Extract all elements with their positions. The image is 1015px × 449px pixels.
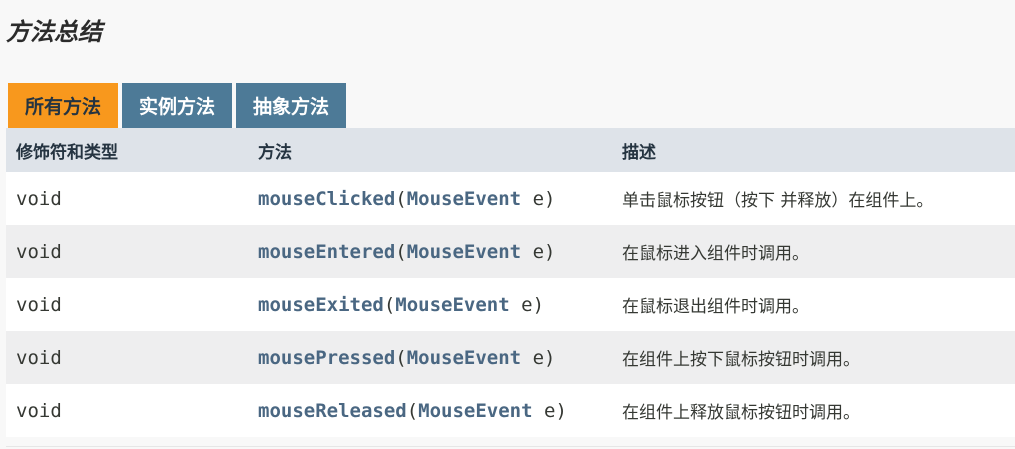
method-signature: mouseExited(MouseEvent e) xyxy=(252,294,616,316)
param-type-link[interactable]: MouseEvent xyxy=(418,400,532,422)
method-description: 在鼠标进入组件时调用。 xyxy=(622,244,809,264)
param-type-link[interactable]: MouseEvent xyxy=(407,188,521,210)
header-description: 描述 xyxy=(622,142,656,163)
method-tabs: 所有方法 实例方法 抽象方法 xyxy=(8,83,347,128)
paren-open: ( xyxy=(383,293,396,316)
method-summary-table: 修饰符和类型 方法 描述 void mouseClicked(MouseEven… xyxy=(6,128,1015,437)
method-link-mousereleased[interactable]: mouseReleased xyxy=(258,400,407,422)
table-header-row: 修饰符和类型 方法 描述 xyxy=(6,128,1015,172)
table-row: void mouseExited(MouseEvent e) 在鼠标退出组件时调… xyxy=(6,278,1015,331)
header-modifier-type: 修饰符和类型 xyxy=(16,142,118,163)
modifier-type: void xyxy=(16,240,62,263)
param-type-link[interactable]: MouseEvent xyxy=(407,241,521,263)
method-link-mouseexited[interactable]: mouseExited xyxy=(258,294,384,316)
method-signature: mouseClicked(MouseEvent e) xyxy=(252,188,616,210)
param-name: e) xyxy=(532,399,567,422)
param-name: e) xyxy=(509,293,545,316)
method-link-mouseclicked[interactable]: mouseClicked xyxy=(258,188,395,210)
param-type-link[interactable]: MouseEvent xyxy=(407,347,521,369)
table-row: void mouseClicked(MouseEvent e) 单击鼠标按钮（按… xyxy=(6,172,1015,225)
table-row: void mouseReleased(MouseEvent e) 在组件上释放鼠… xyxy=(6,384,1015,437)
method-description: 在组件上按下鼠标按钮时调用。 xyxy=(622,350,860,370)
paren-open: ( xyxy=(406,399,419,422)
modifier-type: void xyxy=(16,187,62,210)
tab-all-methods[interactable]: 所有方法 xyxy=(8,83,119,128)
modifier-type: void xyxy=(16,293,62,316)
method-description: 在鼠标退出组件时调用。 xyxy=(622,297,809,317)
param-type-link[interactable]: MouseEvent xyxy=(395,294,509,316)
method-signature: mousePressed(MouseEvent e) xyxy=(252,347,616,369)
param-name: e) xyxy=(521,346,556,369)
param-name: e) xyxy=(521,240,556,263)
tab-instance-methods[interactable]: 实例方法 xyxy=(122,83,233,128)
paren-open: ( xyxy=(395,240,407,263)
method-signature: mouseReleased(MouseEvent e) xyxy=(252,400,616,422)
header-method: 方法 xyxy=(258,142,292,163)
method-signature: mouseEntered(MouseEvent e) xyxy=(252,241,616,263)
method-link-mousepressed[interactable]: mousePressed xyxy=(258,347,395,369)
method-link-mouseentered[interactable]: mouseEntered xyxy=(258,241,395,263)
method-description: 在组件上释放鼠标按钮时调用。 xyxy=(622,403,860,423)
bottom-divider xyxy=(6,446,1015,447)
table-row: void mouseEntered(MouseEvent e) 在鼠标进入组件时… xyxy=(6,225,1015,278)
paren-open: ( xyxy=(395,187,407,210)
section-title: 方法总结 xyxy=(6,18,102,46)
tab-abstract-methods[interactable]: 抽象方法 xyxy=(236,83,347,128)
method-description: 单击鼠标按钮（按下 并释放）在组件上。 xyxy=(622,191,934,211)
param-name: e) xyxy=(521,187,556,210)
table-row: void mousePressed(MouseEvent e) 在组件上按下鼠标… xyxy=(6,331,1015,384)
modifier-type: void xyxy=(16,399,62,422)
modifier-type: void xyxy=(16,346,62,369)
paren-open: ( xyxy=(395,346,407,369)
